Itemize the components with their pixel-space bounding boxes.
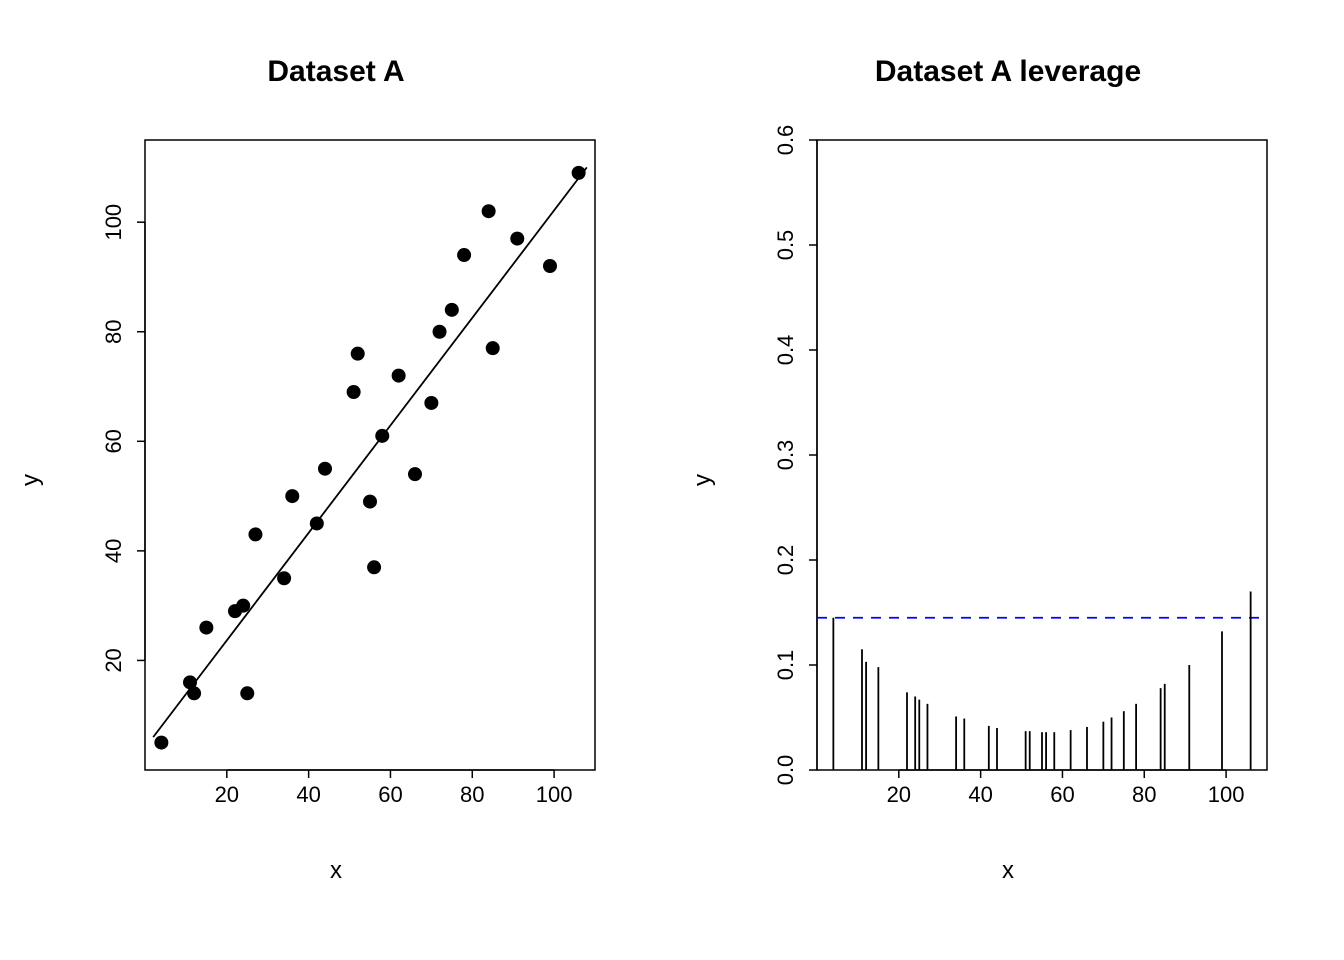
svg-text:60: 60 (101, 429, 126, 453)
svg-text:100: 100 (1208, 782, 1245, 807)
svg-text:0.5: 0.5 (773, 230, 798, 261)
svg-text:0.0: 0.0 (773, 755, 798, 786)
leverage-panel: Dataset A leverage y x 204060801000.00.1… (672, 0, 1344, 960)
svg-text:20: 20 (101, 648, 126, 672)
svg-text:40: 40 (101, 539, 126, 563)
chart-panels: Dataset A y x 2040608010020406080100 Dat… (0, 0, 1344, 960)
svg-text:0.6: 0.6 (773, 125, 798, 156)
leverage-svg: 20 40 60 80 100 0.0 0.1 0.2 0.3 0.4 0.5 0.6 (672, 0, 1344, 960)
svg-text:100: 100 (536, 782, 573, 807)
svg-text:0.3: 0.3 (773, 440, 798, 471)
svg-text:80: 80 (1132, 782, 1156, 807)
svg-text:80: 80 (101, 319, 126, 343)
svg-text:60: 60 (1050, 782, 1074, 807)
svg-text:40: 40 (296, 782, 320, 807)
svg-text:20: 20 (215, 782, 239, 807)
scatter-panel: Dataset A y x 2040608010020406080100 (0, 0, 672, 960)
svg-text:40: 40 (968, 782, 992, 807)
svg-text:0.4: 0.4 (773, 335, 798, 366)
svg-text:80: 80 (460, 782, 484, 807)
scatter-svg: 20 40 60 80 100 20 40 60 80 100 (0, 0, 672, 960)
svg-text:0.1: 0.1 (773, 650, 798, 681)
svg-text:0.2: 0.2 (773, 545, 798, 576)
svg-text:100: 100 (101, 204, 126, 241)
svg-text:60: 60 (378, 782, 402, 807)
svg-text:20: 20 (887, 782, 911, 807)
